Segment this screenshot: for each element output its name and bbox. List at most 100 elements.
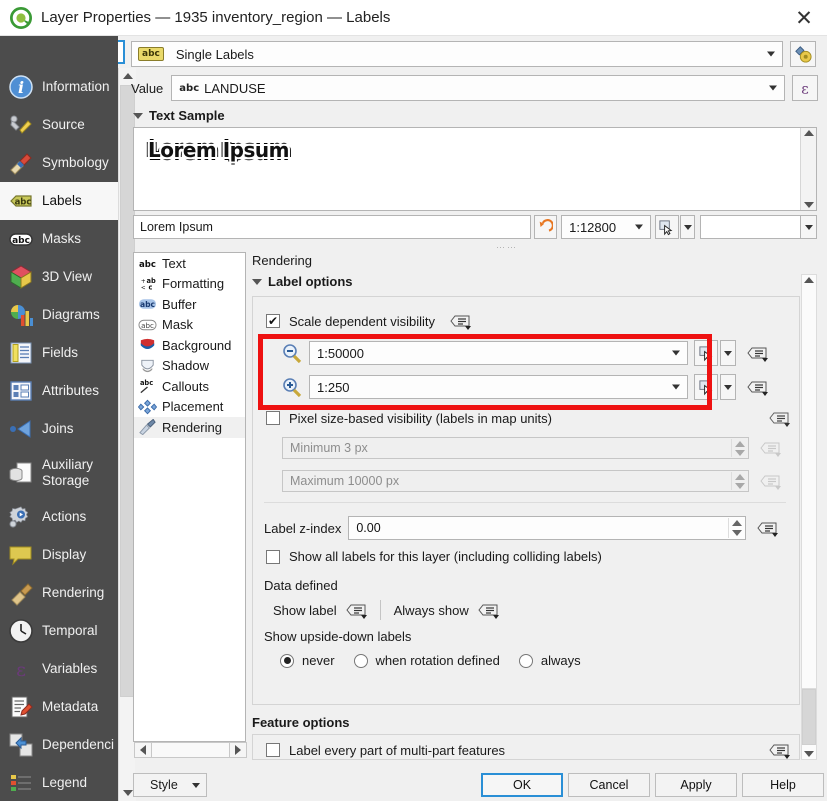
- minimum-px-row: Minimum 3 px: [282, 437, 781, 459]
- ok-button[interactable]: OK: [481, 773, 563, 797]
- sidebar-item-diagrams[interactable]: Diagrams: [0, 296, 118, 334]
- sidebar-item-joins[interactable]: Joins: [0, 410, 118, 448]
- sidebar-item-masks[interactable]: abc Masks: [0, 220, 118, 258]
- tab-callouts[interactable]: abc Callouts: [134, 376, 245, 397]
- maximum-scale-pick-dropdown[interactable]: [720, 374, 736, 400]
- tab-shadow[interactable]: Shadow: [134, 356, 245, 377]
- tab-background[interactable]: Background: [134, 335, 245, 356]
- scale-dependent-visibility-row[interactable]: Scale dependent visibility: [266, 312, 471, 330]
- sidebar-item-labels[interactable]: abc Labels: [0, 182, 118, 220]
- tab-formatting[interactable]: + ab < c Formatting: [134, 274, 245, 295]
- multi-part-checkbox[interactable]: [266, 743, 280, 757]
- scroll-down-icon[interactable]: [804, 751, 814, 757]
- radio-always[interactable]: [518, 653, 533, 668]
- data-defined-icon[interactable]: [746, 378, 768, 396]
- expression-button[interactable]: ε: [792, 75, 819, 101]
- data-defined-icon[interactable]: [449, 312, 471, 330]
- value-field-combo[interactable]: abc LANDUSE: [171, 75, 786, 101]
- data-defined-icon[interactable]: [746, 344, 768, 362]
- sidebar-item-list[interactable]: i Information Source Symbology abc Label…: [0, 68, 118, 801]
- minimum-scale-combo[interactable]: 1:50000: [309, 341, 688, 365]
- cancel-button[interactable]: Cancel: [568, 773, 650, 797]
- scroll-down-icon[interactable]: [804, 202, 814, 208]
- map-pick-icon: [698, 379, 712, 395]
- label-z-index-input[interactable]: 0.00: [348, 516, 747, 540]
- splitter-grip[interactable]: ⋯⋯: [496, 242, 536, 252]
- apply-button[interactable]: Apply: [655, 773, 737, 797]
- sidebar-item-attributes[interactable]: Attributes: [0, 372, 118, 410]
- scrollbar-track[interactable]: [802, 291, 816, 689]
- scroll-left-icon[interactable]: [135, 743, 151, 757]
- show-all-labels-row[interactable]: Show all labels for this layer (includin…: [266, 549, 602, 564]
- maximum-scale-combo[interactable]: 1:250: [309, 375, 688, 399]
- scroll-up-icon[interactable]: [804, 277, 814, 283]
- feature-options-header[interactable]: Feature options: [252, 715, 350, 730]
- pixel-size-visibility-checkbox[interactable]: [266, 411, 280, 425]
- style-manager-button[interactable]: [790, 41, 816, 67]
- multi-part-row[interactable]: Label every part of multi-part features: [266, 741, 796, 759]
- sidebar-item-metadata[interactable]: Metadata: [0, 688, 118, 726]
- data-defined-icon[interactable]: [756, 519, 779, 537]
- sidebar-item-fields[interactable]: Fields: [0, 334, 118, 372]
- labeling-mode-combo[interactable]: abc Single Labels: [131, 41, 783, 67]
- svg-text:abc: abc: [140, 379, 153, 387]
- sidebar-item-label: 3D View: [42, 268, 93, 284]
- sidebar-item-temporal[interactable]: Temporal: [0, 612, 118, 650]
- data-defined-icon[interactable]: [345, 601, 367, 619]
- data-defined-icon[interactable]: [477, 601, 499, 619]
- data-defined-icon[interactable]: [768, 741, 790, 759]
- sidebar-item-symbology[interactable]: Symbology: [0, 144, 118, 182]
- map-pick-dropdown[interactable]: [679, 215, 696, 239]
- tab-buffer[interactable]: abc Buffer: [134, 294, 245, 315]
- tab-mask[interactable]: abc Mask: [134, 315, 245, 336]
- tab-text[interactable]: abc Text: [134, 253, 245, 274]
- data-defined-icon[interactable]: [768, 409, 790, 427]
- sidebar-item-actions[interactable]: Actions: [0, 498, 118, 536]
- close-icon[interactable]: ✕: [791, 6, 817, 30]
- minimum-scale-pick-button[interactable]: [694, 340, 718, 366]
- sidebar-item-dependencies[interactable]: Dependenci: [0, 726, 118, 764]
- sidebar-item-auxiliary-storage[interactable]: Auxiliary Storage: [0, 448, 118, 498]
- help-button[interactable]: Help: [742, 773, 824, 797]
- tab-rendering[interactable]: Rendering: [134, 417, 245, 438]
- radio-when-rotation-defined[interactable]: [353, 653, 368, 668]
- minimum-px-input[interactable]: Minimum 3 px: [282, 437, 749, 459]
- map-pick-button[interactable]: [655, 215, 679, 239]
- scroll-up-icon[interactable]: [804, 130, 814, 136]
- preview-color-field[interactable]: [700, 215, 802, 239]
- show-all-labels-checkbox[interactable]: [266, 549, 280, 564]
- spinner-buttons[interactable]: [728, 518, 744, 538]
- text-sample-input[interactable]: Lorem Ipsum: [133, 215, 531, 239]
- sidebar-item-information[interactable]: i Information: [0, 68, 118, 106]
- scale-combo[interactable]: 1:12800: [561, 215, 652, 239]
- scale-dependent-visibility-checkbox[interactable]: [266, 314, 280, 328]
- maximum-px-input[interactable]: Maximum 10000 px: [282, 470, 749, 492]
- label-settings-tabs[interactable]: abc Text + ab < c Formatting abc Buffer …: [133, 252, 247, 758]
- scrollbar-thumb[interactable]: [151, 743, 230, 757]
- sidebar-item-display[interactable]: Display: [0, 536, 118, 574]
- text-sample-header[interactable]: Text Sample: [133, 108, 225, 123]
- sidebar-item-legend[interactable]: Legend: [0, 764, 118, 801]
- sidebar-item-variables[interactable]: ε Variables: [0, 650, 118, 688]
- attributes-icon: [10, 381, 32, 401]
- divider: [264, 502, 786, 503]
- preview-scrollbar[interactable]: [800, 128, 816, 210]
- maximum-scale-pick-button[interactable]: [694, 374, 718, 400]
- scroll-right-icon[interactable]: [230, 743, 246, 757]
- sidebar-item-source[interactable]: Source: [0, 106, 118, 144]
- spinner-buttons[interactable]: [731, 439, 747, 457]
- sidebar-item-rendering[interactable]: Rendering: [0, 574, 118, 612]
- radio-never[interactable]: [280, 653, 294, 668]
- pixel-size-visibility-row[interactable]: Pixel size-based visibility (labels in m…: [266, 409, 796, 427]
- spinner-buttons[interactable]: [731, 472, 747, 490]
- sidebar-item-3d-view[interactable]: 3D View: [0, 258, 118, 296]
- tab-placement[interactable]: Placement: [134, 397, 245, 418]
- preview-color-dropdown[interactable]: [801, 215, 817, 239]
- pane-scrollbar[interactable]: [801, 274, 817, 760]
- label-options-header[interactable]: Label options: [252, 274, 353, 289]
- scrollbar-thumb[interactable]: [802, 689, 816, 745]
- minimum-scale-pick-dropdown[interactable]: [720, 340, 736, 366]
- tabs-horizontal-scrollbar[interactable]: [134, 742, 247, 758]
- style-button[interactable]: Style: [133, 773, 207, 797]
- revert-button[interactable]: [533, 215, 558, 239]
